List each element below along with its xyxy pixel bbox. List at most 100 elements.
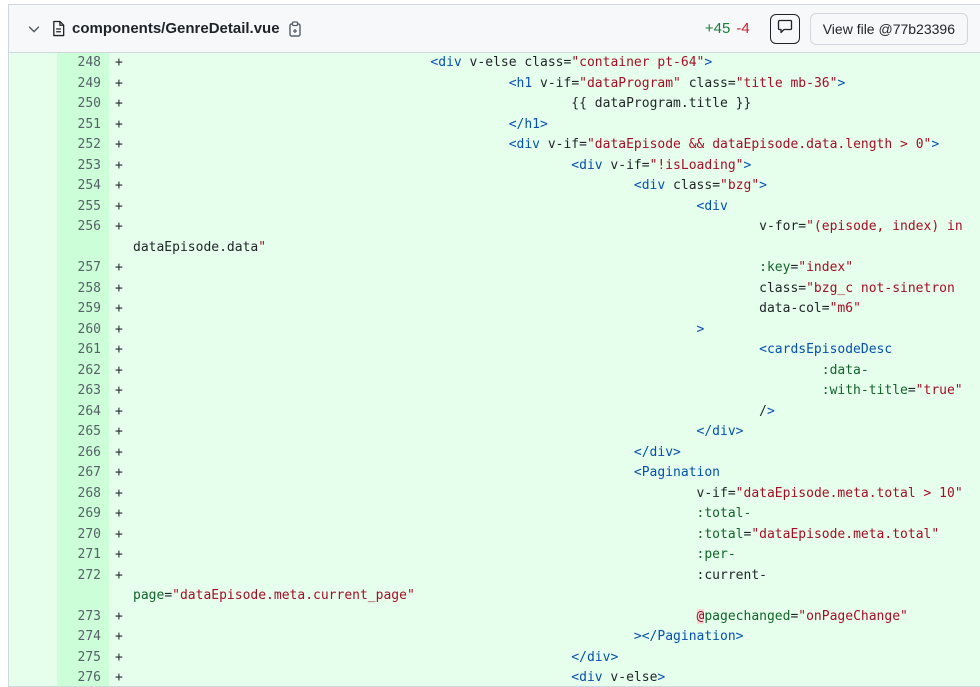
new-line-number[interactable]: 273 [57,606,109,627]
added-marker: + [115,157,123,173]
new-line-number[interactable]: 254 [57,176,109,197]
old-line-number [9,504,57,525]
old-line-number [9,483,57,504]
added-marker: + [115,629,123,644]
code-line: <div v-if="!isLoading"> [571,157,752,173]
diff-line: 267 + <Pagination [9,463,980,484]
new-line-number[interactable]: 249 [57,73,109,94]
new-line-number[interactable]: 259 [57,299,109,320]
copy-icon[interactable] [288,20,302,37]
added-marker: + [115,137,123,152]
code-line: @pagechanged="onPageChange" [696,608,908,624]
code-line: :with-title="true" [821,383,963,398]
new-line-number[interactable]: 260 [57,319,109,340]
new-line-number[interactable]: 274 [57,627,109,648]
old-line-number [9,647,57,668]
old-line-number [9,545,57,566]
added-marker: + [115,424,123,439]
diff-line: 256 + v-for="(episode, index) in dataEpis… [9,217,980,258]
old-line-number [9,442,57,463]
new-line-number[interactable]: 252 [57,135,109,156]
new-line-number[interactable]: 255 [57,196,109,217]
new-line-number[interactable]: 262 [57,360,109,381]
new-line-number[interactable]: 251 [57,114,109,135]
new-line-number[interactable]: 270 [57,524,109,545]
comment-icon [777,19,793,39]
code-line: <Pagination [633,465,720,480]
new-line-number[interactable]: 268 [57,483,109,504]
view-file-button[interactable]: View file @77b23396 [809,12,968,45]
new-line-number[interactable]: 261 [57,340,109,361]
added-marker: + [115,321,123,337]
new-line-number[interactable]: 266 [57,442,109,463]
new-line-number[interactable]: 276 [57,668,109,686]
old-line-number [9,360,57,381]
code-line: > [696,321,705,337]
new-line-number[interactable]: 265 [57,422,109,443]
added-marker: + [115,301,123,316]
diff-line: 257 + :key="index" [9,258,980,279]
code-line: :total="dataEpisode.meta.total" [696,526,940,542]
file-name[interactable]: components/GenreDetail.vue [72,20,280,37]
diff-line: 262 + :data-episode="episode" [9,360,980,381]
new-line-number[interactable]: 263 [57,381,109,402]
new-line-number[interactable]: 272 [57,565,109,607]
old-line-number [9,278,57,299]
diff-line: 252 + <div v-if="dataEpisode && dataEpiso… [9,135,980,156]
new-line-number[interactable]: 253 [57,155,109,176]
added-marker: + [115,260,123,275]
new-line-number[interactable]: 248 [57,53,109,74]
old-line-number [9,135,57,156]
old-line-number [9,401,57,422]
code-line: <h1 v-if="dataProgram" class="title mb-3… [508,75,846,91]
code-line: <div [696,198,728,214]
added-marker: + [115,219,123,234]
diff-file-panel: components/GenreDetail.vue +45 -4 View f… [8,4,980,687]
new-line-number[interactable]: 271 [57,545,109,566]
code-line: /> [133,403,775,419]
code-line: ></Pagination> [633,629,744,644]
added-marker: + [115,608,123,624]
code-line: class="bzg_c not-sinetron mb-24" [133,280,955,296]
old-line-number [9,94,57,115]
code-line: :key="index" [759,260,854,275]
old-line-number [9,422,57,443]
old-line-number [9,114,57,135]
new-line-number[interactable]: 275 [57,647,109,668]
file-icon [51,20,66,37]
diff-file-header: components/GenreDetail.vue +45 -4 View f… [9,5,980,53]
code-line: <div v-else> [571,670,666,685]
code-line: {{ dataProgram.title }} [133,96,752,111]
added-marker: + [115,403,123,419]
old-line-number [9,668,57,686]
new-line-number[interactable]: 257 [57,258,109,279]
old-line-number [9,524,57,545]
old-line-number [9,340,57,361]
diff-line: 259 + data-col="m6" [9,299,980,320]
new-line-number[interactable]: 264 [57,401,109,422]
code-line: v-for="(episode, index) in dataEpisode.d… [133,219,963,255]
new-line-number[interactable]: 269 [57,504,109,525]
chevron-down-icon[interactable] [21,22,47,36]
diff-line: 255 + <div [9,196,980,217]
added-marker: + [115,526,123,542]
code-line: </h1> [508,116,548,132]
code-line: <div class="bzg"> [633,178,767,193]
new-line-number[interactable]: 267 [57,463,109,484]
old-line-number [9,155,57,176]
diff-line: 260 + > [9,319,980,340]
added-marker: + [115,116,123,132]
new-line-number[interactable]: 250 [57,94,109,115]
diff-line: 272 + :current- page="dataEpisode.meta.cu… [9,565,980,607]
added-marker: + [115,362,123,378]
code-line: </div> [633,444,681,460]
old-line-number [9,606,57,627]
old-line-number [9,258,57,279]
comment-button[interactable] [769,13,800,44]
diff-line: 258 + class="bzg_c not-sinetron mb-24" [9,278,980,299]
new-line-number[interactable]: 256 [57,217,109,258]
diff-line: 249 + <h1 v-if="dataProgram" class="title… [9,73,980,94]
diff-code: 248 + <div v-else class="container pt-64"… [9,53,980,686]
new-line-number[interactable]: 258 [57,278,109,299]
code-line: <div v-if="dataEpisode && dataEpisode.da… [508,137,940,152]
